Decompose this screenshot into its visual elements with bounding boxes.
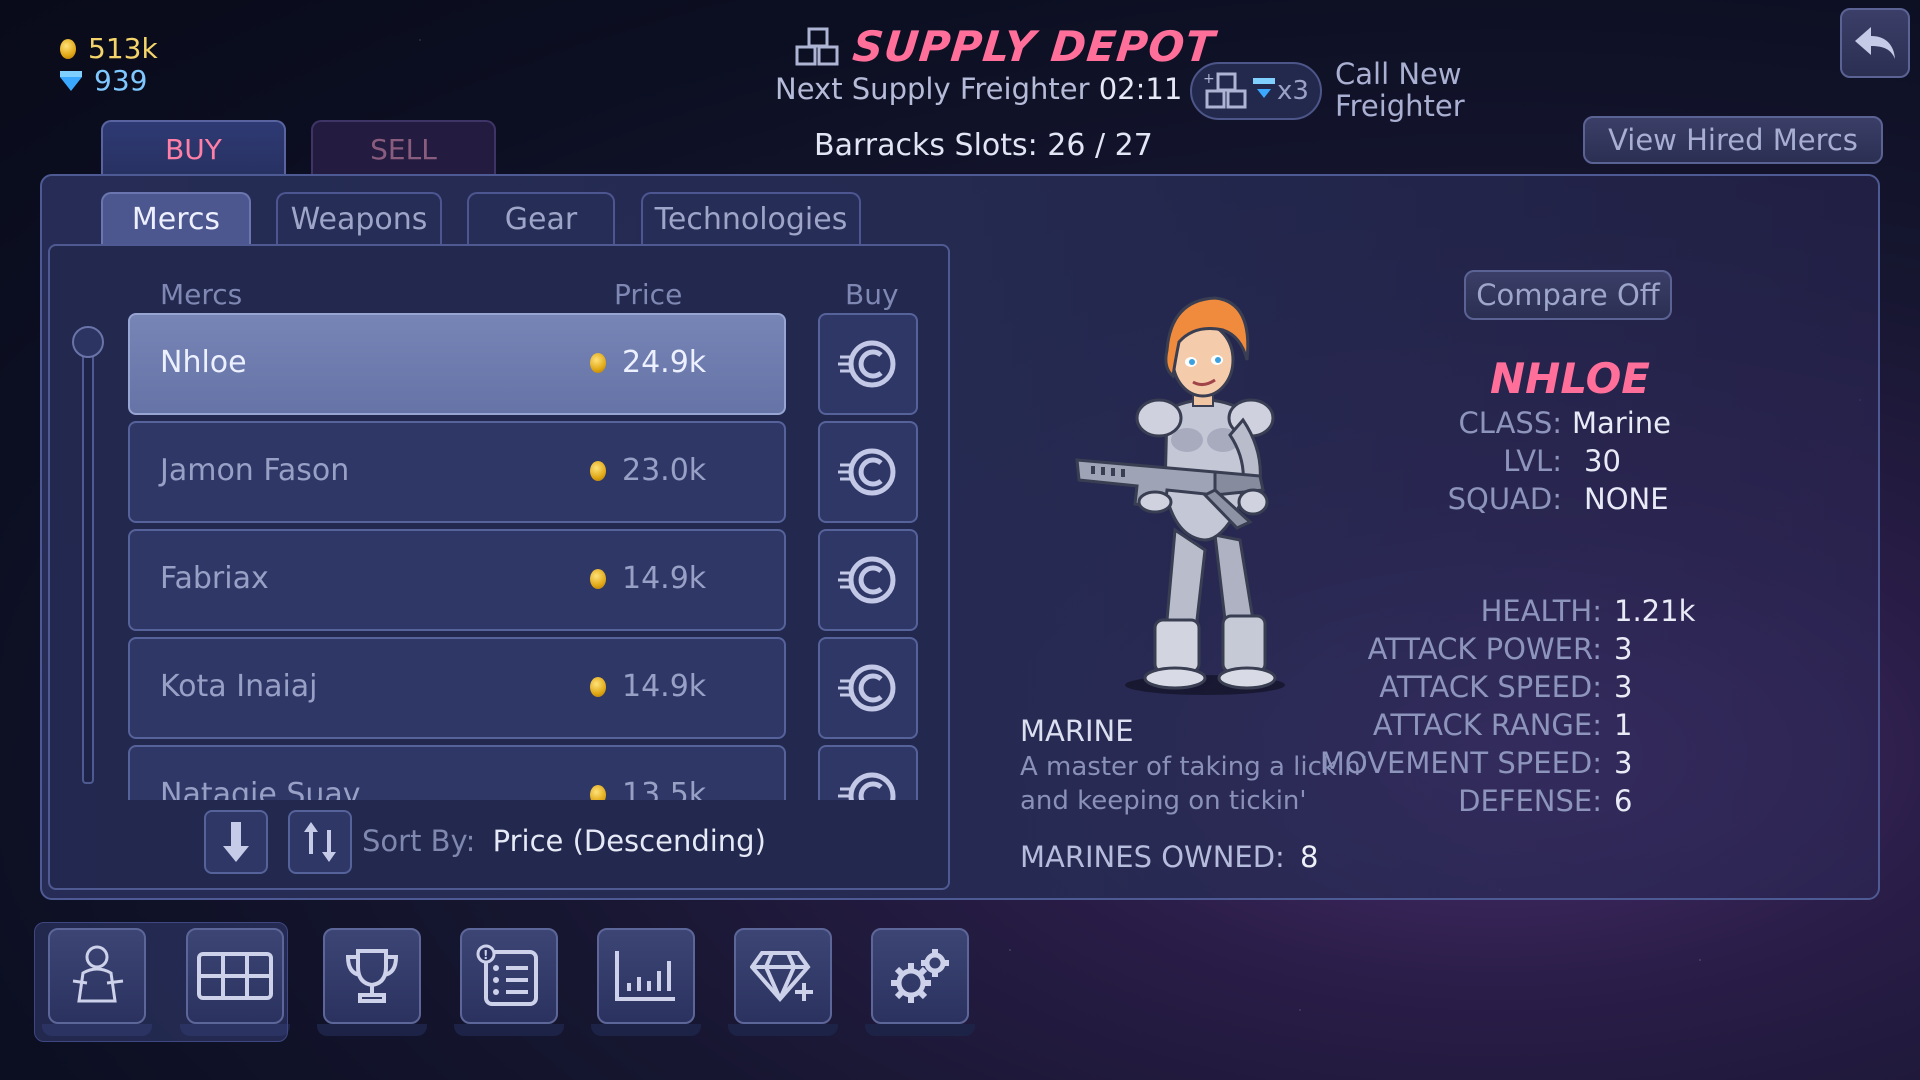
coin-icon [590, 568, 606, 589]
merc-price: 14.9k [590, 561, 706, 596]
settings-gears-icon [891, 949, 949, 1003]
tab-sell[interactable]: SELL [311, 120, 496, 176]
page-title: SUPPLY DEPOT [850, 22, 1218, 71]
sort-arrows-icon [304, 822, 336, 862]
coin-balance: 513k [60, 32, 158, 65]
tab-weapons[interactable]: Weapons [276, 192, 442, 244]
merc-row[interactable]: Jamon Fason 23.0k [128, 421, 786, 523]
merc-portrait [1075, 296, 1285, 695]
buy-button[interactable] [818, 313, 918, 415]
missions-list-icon: ! [476, 944, 538, 1006]
freighter-crates-icon: + [1203, 71, 1247, 109]
credits-icon [838, 448, 896, 496]
squad-value: NONE [1584, 482, 1669, 516]
class-label: CLASS: [1458, 406, 1563, 440]
nav-stats-button[interactable] [591, 928, 701, 1036]
marines-owned: MARINES OWNED: 8 [1020, 840, 1319, 874]
level-label: LVL: [1503, 444, 1562, 478]
merc-list: Nhloe 24.9k Jamon Fason 23.0k Fabriax 14… [48, 300, 950, 800]
merc-name: Natagie Suav [160, 777, 361, 800]
level-value: 30 [1584, 444, 1621, 478]
merc-name: Kota Inaiaj [160, 669, 318, 704]
gem-cost-icon [1253, 77, 1276, 98]
merc-row[interactable]: Fabriax 14.9k [128, 529, 786, 631]
class-value: Marine [1572, 406, 1671, 440]
nav-supply-depot-button[interactable] [180, 928, 290, 1036]
arrow-down-icon [223, 822, 249, 862]
page-header: SUPPLY DEPOT [795, 22, 1218, 71]
buy-button[interactable] [818, 745, 918, 800]
merc-price: 14.9k [590, 669, 706, 704]
supply-depot-icon [197, 952, 273, 1000]
merc-detail-name: NHLOE [1490, 354, 1650, 403]
stat-value-defense: 6 [1614, 784, 1633, 818]
supply-crates-icon [795, 27, 839, 65]
tab-buy[interactable]: BUY [101, 120, 286, 176]
tab-gear[interactable]: Gear [467, 192, 615, 244]
coin-icon [590, 352, 606, 373]
merc-row[interactable]: Natagie Suav 13.5k [128, 745, 786, 800]
merc-price: 23.0k [590, 453, 706, 488]
class-description: A master of taking a lickin' and keeping… [1020, 752, 1368, 816]
merc-name: Fabriax [160, 561, 269, 596]
stat-label-defense: DEFENSE: [1458, 784, 1602, 818]
nav-missions-button[interactable]: ! [454, 928, 564, 1036]
coin-icon [590, 460, 606, 481]
stat-value-attack-range: 1 [1614, 708, 1633, 742]
tab-mercs[interactable]: Mercs [101, 192, 251, 244]
merc-name: Nhloe [160, 345, 247, 380]
nav-trophy-button[interactable] [317, 928, 427, 1036]
gem-balance: 939 [60, 64, 147, 97]
nav-mercs-button[interactable] [42, 928, 152, 1036]
stat-label-attack-power: ATTACK POWER: [1367, 632, 1602, 666]
sort-by-control[interactable]: Sort By: Price (Descending) [362, 824, 766, 858]
coin-icon [590, 784, 606, 800]
stat-label-attack-speed: ATTACK SPEED: [1379, 670, 1602, 704]
merc-row[interactable]: Nhloe 24.9k [128, 313, 786, 415]
stat-value-attack-speed: 3 [1614, 670, 1633, 704]
squad-label: SQUAD: [1447, 482, 1562, 516]
merc-price: 24.9k [590, 345, 706, 380]
stat-label-attack-range: ATTACK RANGE: [1372, 708, 1602, 742]
call-freighter-button[interactable]: + x3 [1190, 62, 1322, 120]
barracks-slots: Barracks Slots: 26 / 27 [814, 128, 1153, 163]
class-title: MARINE [1020, 714, 1134, 748]
trophy-icon [345, 949, 399, 1003]
back-button[interactable] [1840, 8, 1910, 78]
sort-direction-button[interactable] [204, 810, 268, 874]
merc-name: Jamon Fason [160, 453, 350, 488]
buy-button[interactable] [818, 529, 918, 631]
view-hired-mercs-button[interactable]: View Hired Mercs [1583, 116, 1883, 164]
buy-button[interactable] [818, 421, 918, 523]
credits-icon [838, 772, 896, 800]
merc-price: 13.5k [590, 777, 706, 800]
buy-button[interactable] [818, 637, 918, 739]
credits-icon [838, 340, 896, 388]
stat-label-health: HEALTH: [1480, 594, 1602, 628]
stats-chart-icon [615, 951, 675, 1001]
stat-value-movement-speed: 3 [1614, 746, 1633, 780]
nav-settings-button[interactable] [865, 928, 975, 1036]
mercs-icon [72, 945, 124, 1003]
sort-toggle-button[interactable] [288, 810, 352, 874]
merc-row[interactable]: Kota Inaiaj 14.9k [128, 637, 786, 739]
credits-icon [838, 556, 896, 604]
call-freighter-label: Call New Freighter [1335, 57, 1465, 123]
coin-icon [590, 676, 606, 697]
compare-toggle-button[interactable]: Compare Off [1464, 270, 1672, 320]
gem-store-icon [750, 951, 813, 1003]
gem-icon [60, 70, 82, 91]
svg-text:!: ! [483, 948, 488, 962]
stat-value-health: 1.21k [1614, 594, 1696, 628]
tab-technologies[interactable]: Technologies [641, 192, 861, 244]
back-arrow-icon [1855, 27, 1895, 59]
coin-icon [60, 38, 76, 59]
nav-gem-store-button[interactable] [728, 928, 838, 1036]
credits-icon [838, 664, 896, 712]
stat-value-attack-power: 3 [1614, 632, 1633, 666]
next-freighter-timer: Next Supply Freighter 02:11 [775, 72, 1183, 106]
svg-text:+: + [1203, 71, 1215, 87]
